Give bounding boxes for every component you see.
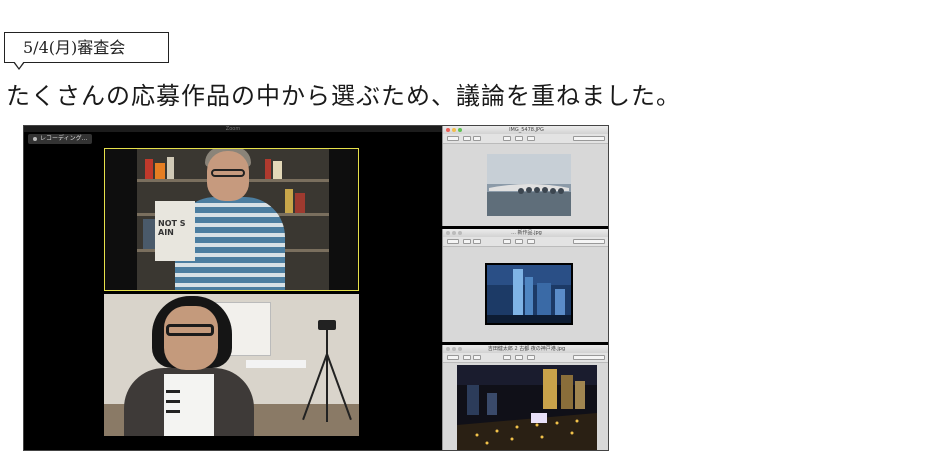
book [265, 159, 271, 179]
tripod [326, 322, 328, 422]
zoom-screenshot: Zoom レコーディング... NOT S AIN IMG_5478.JPG .… [23, 125, 609, 451]
zoom-out-icon[interactable] [463, 355, 471, 360]
rotate-icon[interactable] [515, 355, 523, 360]
shirt-stripe [166, 390, 180, 393]
zoom-in-icon[interactable] [473, 136, 481, 141]
close-button[interactable] [446, 231, 450, 235]
book [155, 163, 165, 179]
preview-window-2[interactable]: ... 新作品.jpg [442, 229, 608, 342]
preview-titlebar: ... 新作品.jpg [443, 229, 608, 237]
zoom-titlebar: Zoom [24, 126, 442, 132]
book [167, 157, 174, 179]
preview-title: IMG_5478.JPG [509, 127, 544, 133]
book [295, 193, 305, 213]
record-icon [33, 136, 37, 141]
zoom-in-icon[interactable] [473, 239, 481, 244]
recording-badge[interactable]: レコーディング... [28, 134, 93, 144]
book [145, 159, 153, 179]
book [273, 161, 282, 179]
shirt-stripe [166, 410, 180, 413]
preview-toolbar [443, 134, 608, 144]
sidebar-icon[interactable] [447, 239, 459, 244]
markup-icon[interactable] [503, 355, 511, 360]
maximize-button[interactable] [458, 347, 462, 351]
video-tile-participant[interactable] [104, 294, 359, 436]
shirt-stripe [166, 400, 180, 403]
glasses-icon [211, 169, 245, 177]
bag-text: NOT S AIN [158, 219, 186, 237]
bridge-photo [487, 154, 571, 216]
preview-title: ... 新作品.jpg [511, 230, 542, 236]
rotate-icon[interactable] [515, 239, 523, 244]
night-cityscape-photo [457, 365, 597, 450]
share-icon[interactable] [527, 239, 535, 244]
speech-tail-icon [13, 61, 25, 70]
share-icon[interactable] [527, 355, 535, 360]
close-button[interactable] [446, 128, 450, 132]
markup-icon[interactable] [503, 136, 511, 141]
close-button[interactable] [446, 347, 450, 351]
date-label-text: 5/4(月)審査会 [23, 38, 126, 57]
person-shirt [164, 374, 214, 436]
preview-window-1[interactable]: IMG_5478.JPG [442, 126, 608, 226]
search-field[interactable] [573, 136, 605, 141]
person-face [164, 306, 218, 370]
search-field[interactable] [573, 355, 605, 360]
markup-icon[interactable] [503, 239, 511, 244]
minimize-button[interactable] [452, 231, 456, 235]
preview-canvas [443, 247, 608, 342]
headline: たくさんの応募作品の中から選ぶため、議論を重ねました。 [6, 82, 681, 110]
preview-window-3[interactable]: 吉田健太郎 2 古都 夜の神戸港.jpg [442, 345, 608, 450]
zoom-in-icon[interactable] [473, 355, 481, 360]
sidebar-icon[interactable] [447, 355, 459, 360]
book [143, 219, 155, 249]
preview-toolbar [443, 237, 608, 247]
video-tile-active-speaker[interactable]: NOT S AIN [104, 148, 359, 291]
minimize-button[interactable] [452, 347, 456, 351]
white-table [246, 360, 306, 368]
minimize-button[interactable] [452, 128, 456, 132]
recording-label: レコーディング... [40, 135, 88, 142]
preview-title: 吉田健太郎 2 古都 夜の神戸港.jpg [487, 346, 566, 352]
glasses-icon [166, 324, 214, 336]
preview-canvas [443, 363, 608, 450]
preview-titlebar: IMG_5478.JPG [443, 126, 608, 134]
preview-titlebar: 吉田健太郎 2 古都 夜の神戸港.jpg [443, 345, 608, 353]
sidebar-icon[interactable] [447, 136, 459, 141]
book [285, 189, 293, 213]
date-label: 5/4(月)審査会 [4, 32, 169, 70]
zoom-out-icon[interactable] [463, 136, 471, 141]
maximize-button[interactable] [458, 231, 462, 235]
share-icon[interactable] [527, 136, 535, 141]
maximize-button[interactable] [458, 128, 462, 132]
preview-toolbar [443, 353, 608, 363]
city-tower-photo [485, 263, 573, 325]
zoom-out-icon[interactable] [463, 239, 471, 244]
rotate-icon[interactable] [515, 136, 523, 141]
preview-canvas [443, 144, 608, 226]
search-field[interactable] [573, 239, 605, 244]
